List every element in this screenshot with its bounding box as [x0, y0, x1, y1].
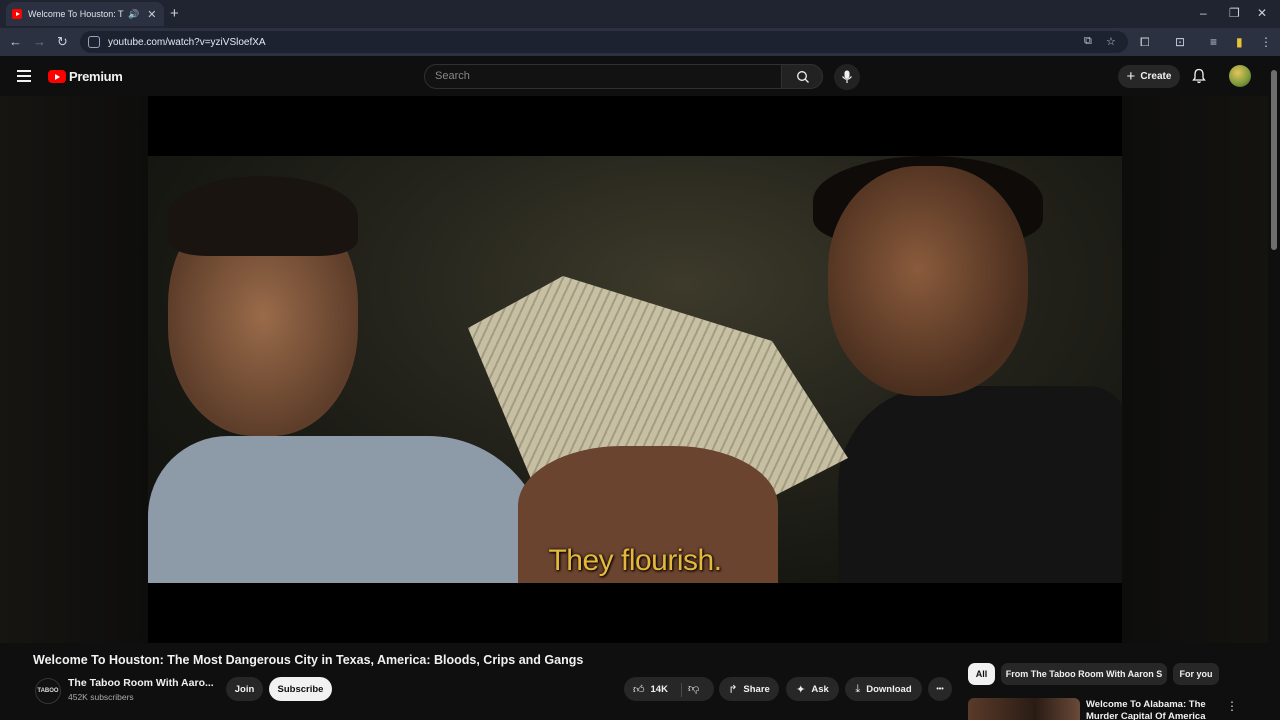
- sparkle-icon: ✦: [796, 683, 806, 696]
- hamburger-menu-icon[interactable]: [17, 70, 31, 85]
- browser-toolbar: ← → ↻ youtube.com/watch?v=yziVSloefXA ⧉ …: [0, 28, 1280, 56]
- maximize-button[interactable]: ❐: [1229, 6, 1240, 20]
- browser-menu-icon[interactable]: ⋮: [1260, 35, 1272, 49]
- subscribe-button[interactable]: Subscribe: [269, 677, 332, 701]
- like-count[interactable]: 14K: [651, 684, 668, 695]
- browser-tab[interactable]: Welcome To Houston: The M 🔊 ✕: [6, 2, 164, 26]
- back-arrow-icon[interactable]: ←: [9, 34, 22, 49]
- related-more-icon[interactable]: ⋮: [1226, 699, 1238, 713]
- ambient-glow-right: [1122, 96, 1268, 643]
- share-label: Share: [743, 683, 770, 695]
- create-label: Create: [1140, 71, 1172, 82]
- site-info-icon[interactable]: [88, 36, 100, 48]
- forward-arrow-icon[interactable]: →: [33, 34, 46, 49]
- youtube-premium-logo[interactable]: Premium: [48, 69, 123, 84]
- media-control-icon[interactable]: ≡: [1210, 35, 1217, 49]
- video-subtitle: They flourish.: [548, 544, 722, 577]
- bookmark-star-icon[interactable]: ☆: [1106, 35, 1116, 48]
- reload-icon[interactable]: ↻: [57, 34, 68, 50]
- chip-from-channel[interactable]: From The Taboo Room With Aaron S: [1001, 663, 1167, 685]
- subscriber-count: 452K subscribers: [68, 692, 134, 702]
- download-button[interactable]: ⤓ Download: [845, 677, 922, 701]
- video-player[interactable]: They flourish.: [148, 96, 1122, 643]
- browser-tab-bar: Welcome To Houston: The M 🔊 ✕ + – ❐ ✕: [0, 0, 1280, 28]
- user-avatar[interactable]: [1229, 65, 1251, 87]
- chip-all[interactable]: All: [968, 663, 995, 685]
- share-button[interactable]: ↱ Share: [719, 677, 779, 701]
- download-label: Download: [866, 683, 912, 695]
- tab-search-icon[interactable]: ⊡: [1175, 35, 1185, 49]
- profile-extension-icon[interactable]: ▮: [1236, 35, 1243, 49]
- voice-search-button[interactable]: [834, 64, 860, 90]
- page-scrollbar-thumb[interactable]: [1271, 70, 1277, 250]
- join-button[interactable]: Join: [226, 677, 263, 701]
- new-tab-button[interactable]: +: [170, 5, 179, 22]
- extensions-icon[interactable]: ⧠: [1140, 35, 1150, 50]
- download-icon: ⤓: [855, 682, 861, 695]
- url-text: youtube.com/watch?v=yziVSloefXA: [108, 36, 266, 48]
- ask-button[interactable]: ✦ Ask: [786, 677, 839, 701]
- install-app-icon[interactable]: ⧉: [1084, 35, 1092, 48]
- video-frame: [148, 156, 1122, 583]
- thumbs-up-icon[interactable]: 👍︎: [633, 683, 645, 696]
- related-video-thumbnail[interactable]: [968, 698, 1080, 720]
- create-button[interactable]: + Create: [1118, 65, 1180, 88]
- share-arrow-icon: ↱: [728, 683, 738, 696]
- speaker-icon[interactable]: 🔊: [128, 9, 139, 20]
- microphone-icon: [842, 70, 852, 83]
- minimize-button[interactable]: –: [1200, 6, 1207, 20]
- like-divider: [681, 683, 682, 697]
- ask-label: Ask: [811, 683, 829, 695]
- search-button[interactable]: [781, 64, 823, 89]
- channel-avatar[interactable]: TABOO: [35, 678, 61, 704]
- video-figure-left-hair: [168, 176, 358, 256]
- ambient-glow-left: [0, 96, 148, 643]
- plus-icon: +: [1126, 68, 1136, 85]
- notifications-bell-icon[interactable]: [1192, 68, 1206, 84]
- close-window-button[interactable]: ✕: [1257, 6, 1267, 20]
- more-actions-button[interactable]: •••: [928, 677, 952, 701]
- channel-name[interactable]: The Taboo Room With Aaro...: [68, 677, 214, 689]
- thumbs-down-icon[interactable]: 👎︎: [688, 682, 699, 695]
- youtube-favicon-icon: [12, 9, 22, 19]
- chip-for-you[interactable]: For you: [1173, 663, 1219, 685]
- logo-text: Premium: [69, 69, 123, 84]
- search-input[interactable]: Search: [424, 64, 782, 89]
- youtube-play-icon: [48, 70, 66, 83]
- tab-title: Welcome To Houston: The M: [28, 9, 124, 19]
- video-figure-right-head: [828, 166, 1028, 396]
- address-bar[interactable]: youtube.com/watch?v=yziVSloefXA ⧉ ☆: [80, 31, 1128, 53]
- like-dislike-group: 👍︎ 14K: [624, 677, 714, 701]
- search-icon: [797, 71, 809, 83]
- close-tab-icon[interactable]: ✕: [147, 8, 156, 21]
- related-video-title[interactable]: Welcome To Alabama: The Murder Capital O…: [1086, 699, 1226, 720]
- video-title: Welcome To Houston: The Most Dangerous C…: [33, 653, 584, 667]
- youtube-header: Premium Search + Create: [0, 56, 1280, 96]
